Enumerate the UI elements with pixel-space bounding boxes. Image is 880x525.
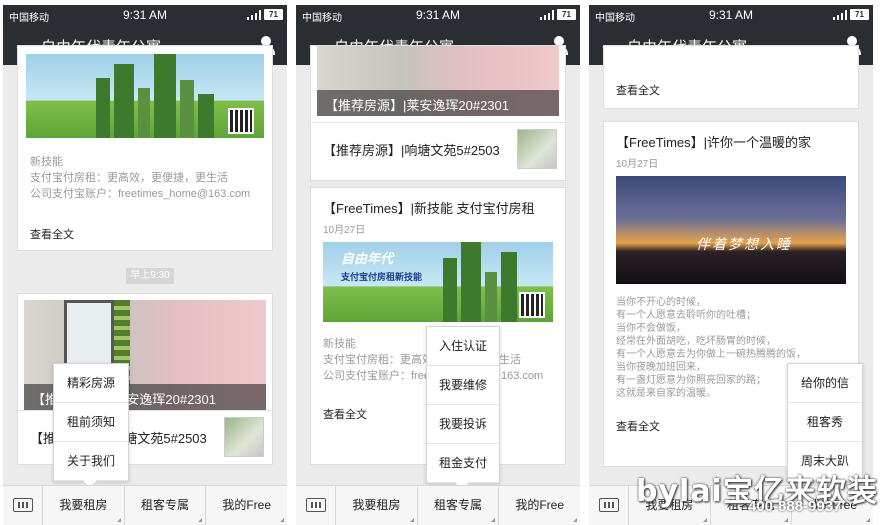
banner-brand: 自由年代 [341,251,394,266]
signal-icon [833,10,847,20]
banner-caption: 支付宝付房租新技能 [341,272,423,282]
bottom-menu: 我要租房 租客专属 我的Free [296,485,580,525]
watermark-phone: 400-888-9937 [748,498,842,515]
article-date: 10月27日 [323,225,366,236]
list-item[interactable]: 【推荐房源】|响塘文苑5#2503 [311,122,565,174]
status-bar: 中国移动 9:31 AM 71 [3,5,287,25]
menu-item-rental-notes[interactable]: 租前须知 [54,403,128,442]
menu-item-featured-listings[interactable]: 精彩房源 [54,364,128,403]
article-description: 新技能 支付宝付房租：更高效，更便捷，更生活 公司支付宝账户：freetimes… [18,154,272,202]
image-caption: 伴着梦想入睡 [696,237,792,253]
desc-line: 新技能 [30,156,63,168]
desc-line: 当你不开心的时候， [616,297,706,308]
status-bar: 中国移动 9:31 AM 71 [589,5,873,25]
bottom-menu: 我要租房 租客专属 我的Free [3,485,287,525]
menu-item-repair[interactable]: 我要维修 [427,366,499,405]
desc-line: 有一个人愿意去聆听你的吐槽； [616,310,756,321]
article-date: 10月27日 [616,159,659,170]
signal-icon [247,10,261,20]
tab-rent[interactable]: 我要租房 [43,486,125,525]
list-item-thumbnail [517,129,557,169]
status-bar: 中国移动 9:31 AM 71 [296,5,580,25]
qr-code [519,292,545,318]
tab-rent[interactable]: 我要租房 [336,486,418,525]
battery-icon: 71 [850,9,869,20]
keyboard-icon[interactable] [589,486,629,525]
phone-screen-2: 中国移动 9:31 AM 71 ← 自由年代青年公寓 【推荐房源】|莱安逸珲20… [296,5,580,525]
read-all-link[interactable]: 查看全文 [604,82,858,98]
room-photo: 【推荐房源】|莱安逸珲20#2301 [317,46,559,116]
clock: 9:31 AM [415,8,461,22]
list-item-thumbnail [224,417,264,457]
menu-item-letter[interactable]: 给你的信 [788,364,862,403]
menu-popup: 入住认证 我要维修 我要投诉 租金支付 [426,326,500,492]
chat-timestamp: 早上9:30 [126,268,174,284]
menu-item-checkin-verify[interactable]: 入住认证 [427,327,499,366]
clock: 9:31 AM [708,8,754,22]
desc-line: 当你不会做饭， [616,323,686,334]
article-card-alipay[interactable]: 新技能 支付宝付房租：更高效，更便捷，更生活 公司支付宝账户：freetimes… [17,45,273,251]
desc-line: 经常在外面胡吃，吃坏肠胃的时候， [616,336,776,347]
sunset-image: 伴着梦想入睡 [616,176,846,284]
article-title: 【FreeTimes】|许你一个温暖的家 [616,135,812,150]
menu-popup: 精彩房源 租前须知 关于我们 [53,363,129,490]
keyboard-icon[interactable] [296,486,336,525]
screenshot-collage: 中国移动 9:31 AM 71 ← 自由年代青年公寓 新技能 支付宝 [0,0,880,525]
clock: 9:31 AM [122,8,168,22]
menu-item-complaint[interactable]: 我要投诉 [427,405,499,444]
tab-tenant[interactable]: 租客专属 [125,486,207,525]
listing-overlay-title: 【推荐房源】|莱安逸珲20#2301 [317,90,559,116]
keyboard-icon[interactable] [3,486,43,525]
desc-line: 公司支付宝账户：freetimes_home@163.com [30,188,251,200]
qr-code [228,108,254,134]
article-card-previous[interactable]: 查看全文 [603,45,859,109]
article-title: 【FreeTimes】|新技能 支付宝付房租 [323,201,535,216]
banner-image [26,54,264,138]
phone-screen-3: 中国移动 9:31 AM 71 ← 自由年代青年公寓 查看全文 【FreeTim… [589,5,873,525]
tab-tenant[interactable]: 租客专属 [418,486,500,525]
list-item-title: 【推荐房源】|响塘文苑5#2503 [323,143,500,158]
battery-icon: 71 [264,9,283,20]
banner-image: 自由年代 支付宝付房租新技能 [323,242,553,322]
article-card-listings[interactable]: 【推荐房源】|莱安逸珲20#2301 【推荐房源】|响塘文苑5#2503 [310,45,566,181]
battery-icon: 71 [557,9,576,20]
watermark-logo: bylai宝亿来软装 400-888-9937 [632,462,878,522]
desc-line: 支付宝付房租：更高效，更便捷，更生活 [30,172,228,184]
signal-icon [540,10,554,20]
read-all-link[interactable]: 查看全文 [18,226,272,242]
tab-my-free[interactable]: 我的Free [206,486,287,525]
tab-my-free[interactable]: 我的Free [499,486,580,525]
menu-item-tenant-show[interactable]: 租客秀 [788,403,862,442]
desc-line: 有一个人愿意去为你做上一碗热腾腾的饭， [616,349,806,360]
phone-screen-1: 中国移动 9:31 AM 71 ← 自由年代青年公寓 新技能 支付宝 [3,5,287,525]
